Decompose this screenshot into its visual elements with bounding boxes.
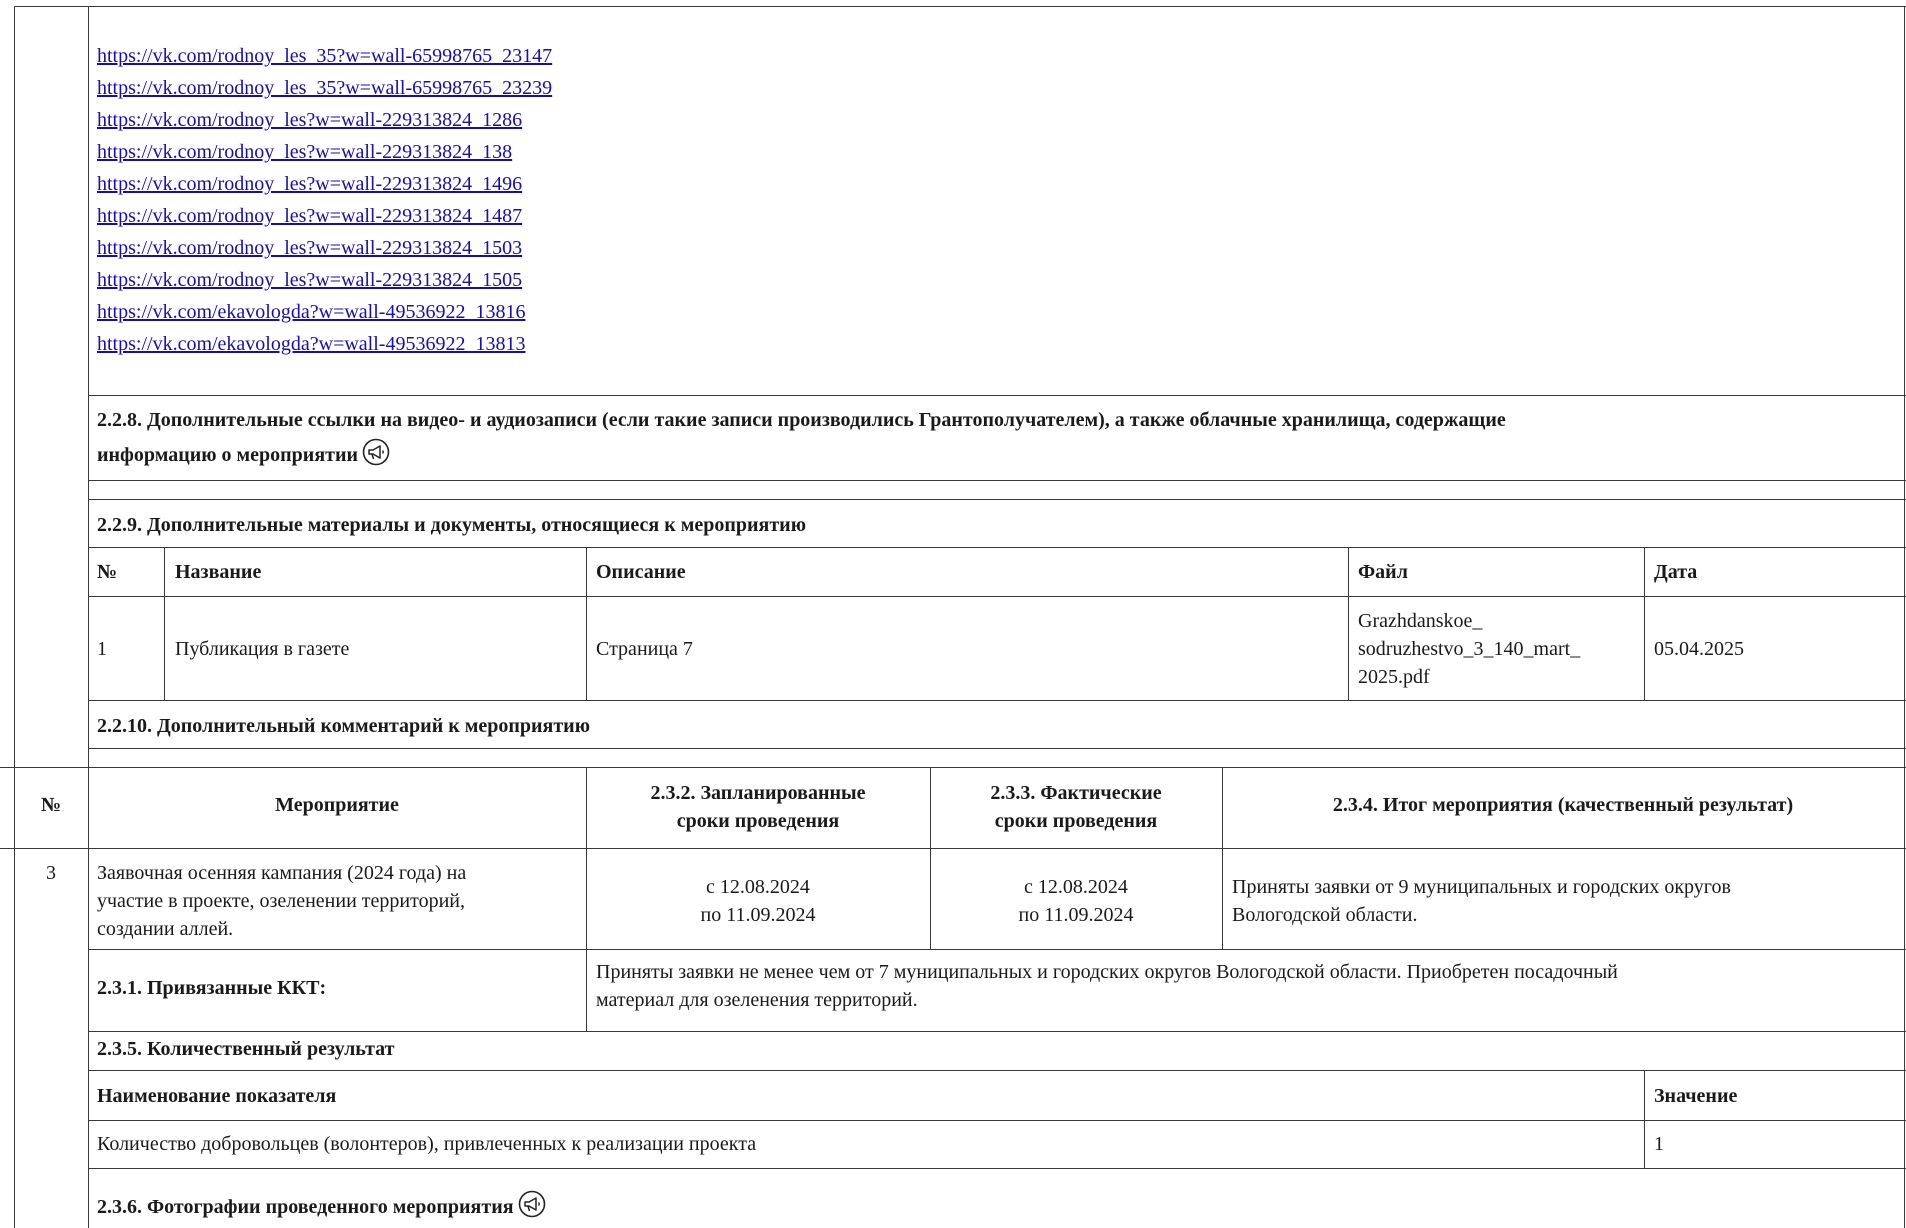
grid-line	[88, 596, 1906, 597]
event-planned-dates: с 12.08.2024	[706, 876, 810, 898]
megaphone-icon[interactable]	[518, 1190, 546, 1218]
grid-line	[14, 6, 15, 1228]
table-row-file[interactable]: 2025.pdf	[1358, 662, 1430, 693]
table-header-name: Название	[175, 561, 262, 583]
grid-line	[88, 1168, 1906, 1169]
events-header-planned: сроки проведения	[676, 810, 840, 832]
publication-link[interactable]: https://vk.com/rodnoy_les?w=wall-2293138…	[97, 168, 552, 200]
table-row-num: 1	[97, 638, 107, 660]
section-228-title-cont: информацию о мероприятии	[97, 438, 390, 471]
section-229-title: 2.2.9. Дополнительные материалы и докуме…	[97, 514, 806, 536]
publication-link[interactable]: https://vk.com/rodnoy_les?w=wall-2293138…	[97, 136, 552, 168]
table-row-desc: Страница 7	[596, 638, 693, 660]
table-row-date: 05.04.2025	[1654, 638, 1744, 660]
grid-line	[164, 547, 165, 700]
event-planned-dates: по 11.09.2024	[700, 904, 816, 926]
kkt-label: 2.3.1. Привязанные ККТ:	[97, 977, 327, 999]
photos-title-row: 2.3.6. Фотографии проведенного мероприят…	[97, 1190, 546, 1223]
publication-link[interactable]: https://vk.com/rodnoy_les_35?w=wall-6599…	[97, 72, 552, 104]
report-page: https://vk.com/rodnoy_les_35?w=wall-6599…	[0, 0, 1906, 1228]
table-row-name: Публикация в газете	[175, 638, 350, 660]
table-header-desc: Описание	[596, 561, 686, 583]
grid-line	[88, 499, 1906, 500]
grid-line	[88, 700, 1906, 701]
publication-links: https://vk.com/rodnoy_les_35?w=wall-6599…	[97, 40, 552, 360]
quant-row-value: 1	[1654, 1133, 1664, 1155]
quant-header-name: Наименование показателя	[97, 1085, 337, 1107]
table-header-num: №	[97, 561, 118, 583]
publication-link[interactable]: https://vk.com/ekavologda?w=wall-4953692…	[97, 328, 552, 360]
events-header-actual: сроки проведения	[994, 810, 1158, 832]
grid-line	[88, 547, 1906, 548]
event-name: создании аллей.	[97, 918, 234, 940]
quant-row-name: Количество добровольцев (волонтеров), пр…	[97, 1133, 757, 1155]
grid-line	[88, 748, 1906, 749]
grid-line	[88, 480, 1906, 481]
grid-line	[88, 1070, 1906, 1071]
event-number: 3	[46, 862, 56, 884]
quant-title: 2.3.5. Количественный результат	[97, 1038, 395, 1060]
grid-line	[1644, 1070, 1645, 1168]
publication-link[interactable]: https://vk.com/rodnoy_les?w=wall-2293138…	[97, 264, 552, 296]
grid-line	[1904, 6, 1905, 1228]
quant-header-value: Значение	[1654, 1085, 1738, 1107]
grid-line	[88, 949, 1906, 950]
table-row-file[interactable]: Grazhdanskoe_	[1358, 606, 1482, 637]
section-2210-title: 2.2.10. Дополнительный комментарий к мер…	[97, 715, 590, 737]
section-228-title: 2.2.8. Дополнительные ссылки на видео- и…	[97, 409, 1506, 431]
table-row-file[interactable]: sodruzhestvo_3_140_mart_	[1358, 634, 1580, 665]
grid-line	[14, 6, 1906, 7]
publication-link[interactable]: https://vk.com/ekavologda?w=wall-4953692…	[97, 296, 552, 328]
publication-link[interactable]: https://vk.com/rodnoy_les?w=wall-2293138…	[97, 200, 552, 232]
grid-line	[586, 547, 587, 700]
events-header-actual: 2.3.3. Фактические	[990, 782, 1162, 804]
grid-line	[88, 1031, 1906, 1032]
event-actual-dates: с 12.08.2024	[1024, 876, 1128, 898]
kkt-text: материал для озеленения территорий.	[596, 989, 918, 1011]
events-header-event: Мероприятие	[275, 794, 399, 816]
grid-line	[1348, 547, 1349, 700]
grid-line	[1644, 547, 1645, 700]
megaphone-icon[interactable]	[362, 438, 390, 466]
event-name: участие в проекте, озеленении территорий…	[97, 890, 465, 912]
events-header-result: 2.3.4. Итог мероприятия (качественный ре…	[1332, 794, 1794, 816]
table-header-file: Файл	[1358, 561, 1408, 583]
event-actual-dates: по 11.09.2024	[1018, 904, 1134, 926]
grid-line	[88, 6, 89, 1228]
grid-line	[0, 767, 1906, 768]
grid-line	[0, 848, 1906, 849]
kkt-text: Приняты заявки не менее чем от 7 муницип…	[596, 961, 1618, 983]
grid-line	[586, 949, 587, 1031]
event-name: Заявочная осенняя кампания (2024 года) н…	[97, 862, 467, 884]
grid-line	[88, 1120, 1906, 1121]
event-result: Приняты заявки от 9 муниципальных и горо…	[1232, 876, 1731, 898]
events-header-num: №	[40, 794, 62, 816]
event-result: Вологодской области.	[1232, 904, 1418, 926]
publication-link[interactable]: https://vk.com/rodnoy_les_35?w=wall-6599…	[97, 40, 552, 72]
photos-title: 2.3.6. Фотографии проведенного мероприят…	[97, 1196, 514, 1218]
table-header-date: Дата	[1654, 561, 1698, 583]
section-228-title-tail: информацию о мероприятии	[97, 444, 359, 466]
publication-link[interactable]: https://vk.com/rodnoy_les?w=wall-2293138…	[97, 232, 552, 264]
publication-link[interactable]: https://vk.com/rodnoy_les?w=wall-2293138…	[97, 104, 552, 136]
grid-line	[88, 395, 1906, 396]
events-header-planned: 2.3.2. Запланированные	[650, 782, 866, 804]
